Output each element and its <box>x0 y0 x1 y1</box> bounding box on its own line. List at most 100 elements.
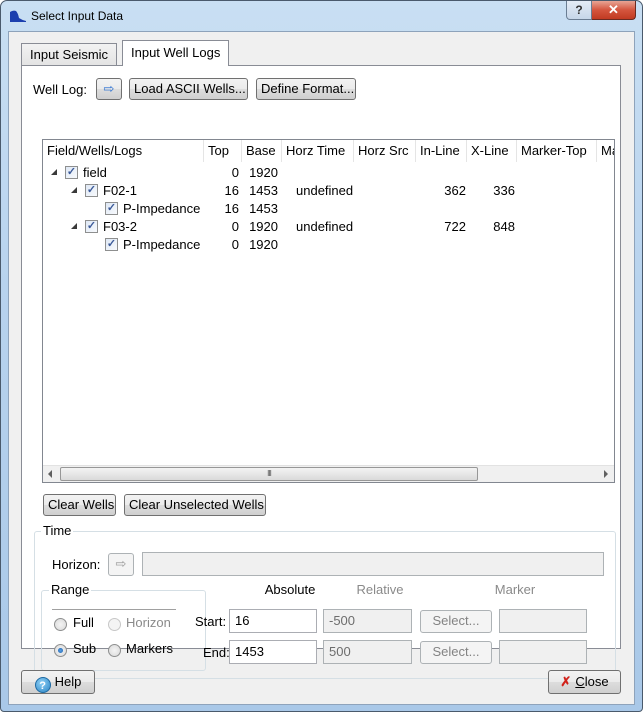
column-header-xline[interactable]: X-Line <box>467 140 517 162</box>
column-header-marker-top[interactable]: Marker-Top <box>517 140 597 162</box>
expand-collapse-icon[interactable] <box>51 169 57 175</box>
tab-input-seismic[interactable]: Input Seismic <box>21 43 118 66</box>
range-sub-radio[interactable] <box>54 644 67 657</box>
horizontal-scrollbar[interactable]: III <box>43 465 614 482</box>
well-logs-panel: Well Log: ⇨ Load ASCII Wells... Define F… <box>21 65 621 679</box>
time-group: Time Horizon: ⇨ Range Full Horizon Sub M… <box>34 523 616 679</box>
tree-row[interactable]: ✓ F02-1 16 1453 undefined 362 336 <box>43 182 614 200</box>
start-label: Start: <box>195 614 227 629</box>
range-markers-label[interactable]: Markers <box>126 641 173 656</box>
tree-row[interactable]: ✓ F03-2 0 1920 undefined 722 848 <box>43 218 614 236</box>
range-markers-radio[interactable] <box>108 644 121 657</box>
define-format-button[interactable]: Define Format... <box>256 78 356 100</box>
row-horz-time: undefined <box>296 183 354 198</box>
dialog-window: Select Input Data ? ✕ Input Seismic Inpu… <box>0 0 643 712</box>
row-base: 1453 <box>249 201 278 216</box>
help-button-label: Help <box>54 674 82 689</box>
close-mnemonic: C <box>575 674 585 689</box>
row-xline: 848 <box>493 219 515 234</box>
time-group-title: Time <box>41 523 74 538</box>
column-header-inline[interactable]: In-Line <box>416 140 467 162</box>
help-button[interactable]: ? Help <box>21 670 95 694</box>
title-bar: Select Input Data ? ✕ <box>1 1 642 31</box>
clear-wells-button[interactable]: Clear Wells <box>43 494 116 516</box>
range-sub-label[interactable]: Sub <box>73 641 96 656</box>
well-log-select-button[interactable]: ⇨ <box>96 78 122 100</box>
range-full-label[interactable]: Full <box>73 615 94 630</box>
help-icon: ? <box>34 677 51 693</box>
end-marker-select-button: Select... <box>420 641 492 664</box>
relative-header: Relative <box>356 582 404 597</box>
row-checkbox[interactable]: ✓ <box>105 202 118 215</box>
range-separator <box>52 609 176 610</box>
close-button-label: lose <box>584 674 609 689</box>
end-label: End: <box>203 645 230 660</box>
scrollbar-thumb[interactable]: III <box>60 467 478 481</box>
marker-header: Marker <box>494 582 536 597</box>
range-horizon-radio <box>108 618 121 631</box>
dialog-client: Input Seismic Input Well Logs Well Log: … <box>8 31 635 705</box>
horizon-label: Horizon: <box>52 557 101 572</box>
row-name: P-Impedance <box>123 201 201 216</box>
range-group-title: Range <box>49 582 92 597</box>
row-base: 1920 <box>249 237 278 252</box>
tree-row[interactable]: ✓ P-Impedance 16 1453 <box>43 200 614 218</box>
arrow-right-icon: ⇨ <box>103 81 115 96</box>
horizon-field <box>142 552 604 576</box>
tab-input-well-logs[interactable]: Input Well Logs <box>122 40 230 66</box>
row-top: 16 <box>224 183 239 198</box>
close-button[interactable]: ✗ Close <box>548 670 621 694</box>
load-ascii-wells-button[interactable]: Load ASCII Wells... <box>129 78 248 100</box>
row-name: field <box>83 165 107 180</box>
column-header-horz-time[interactable]: Horz Time <box>282 140 354 162</box>
expand-collapse-icon[interactable] <box>71 223 77 229</box>
row-inline: 362 <box>444 183 466 198</box>
arrow-right-icon: ⇨ <box>115 556 127 571</box>
row-checkbox[interactable]: ✓ <box>65 166 78 179</box>
range-group: Range Full Horizon Sub Markers <box>41 582 206 671</box>
row-base: 1453 <box>249 183 278 198</box>
range-horizon-label: Horizon <box>126 615 171 630</box>
start-marker-select-button: Select... <box>420 610 492 633</box>
window-close-button[interactable]: ✕ <box>592 1 636 20</box>
row-base: 1920 <box>249 165 278 180</box>
row-checkbox[interactable]: ✓ <box>85 184 98 197</box>
column-header-base[interactable]: Base <box>242 140 282 162</box>
absolute-header: Absolute <box>264 582 316 597</box>
clear-unselected-wells-button[interactable]: Clear Unselected Wells <box>124 494 266 516</box>
row-top: 16 <box>224 201 239 216</box>
scroll-left-icon[interactable] <box>48 470 52 478</box>
window-title: Select Input Data <box>31 9 124 23</box>
app-icon <box>10 10 26 22</box>
end-absolute-input[interactable]: 1453 <box>229 640 317 664</box>
wells-tree-table[interactable]: Field/Wells/Logs Top Base Horz Time Horz… <box>42 139 615 483</box>
start-relative-input: -500 <box>323 609 412 633</box>
end-marker-field <box>499 640 587 664</box>
row-horz-time: undefined <box>296 219 354 234</box>
row-top: 0 <box>231 237 239 252</box>
tree-row[interactable]: ✓ field 0 1920 <box>43 164 614 182</box>
expand-collapse-icon[interactable] <box>71 187 77 193</box>
column-header-field[interactable]: Field/Wells/Logs <box>43 140 204 162</box>
row-checkbox[interactable]: ✓ <box>85 220 98 233</box>
close-icon: ✗ <box>560 674 572 689</box>
row-top: 0 <box>231 165 239 180</box>
scroll-right-icon[interactable] <box>604 470 608 478</box>
context-help-button[interactable]: ? <box>566 1 592 20</box>
row-base: 1920 <box>249 219 278 234</box>
end-relative-input: 500 <box>323 640 412 664</box>
row-checkbox[interactable]: ✓ <box>105 238 118 251</box>
start-absolute-input[interactable]: 16 <box>229 609 317 633</box>
column-header-horz-src[interactable]: Horz Src <box>354 140 416 162</box>
well-log-label: Well Log: <box>33 82 87 97</box>
row-name: F03-2 <box>103 219 137 234</box>
row-inline: 722 <box>444 219 466 234</box>
row-name: F02-1 <box>103 183 137 198</box>
tree-row[interactable]: ✓ P-Impedance 0 1920 <box>43 236 614 254</box>
row-top: 0 <box>231 219 239 234</box>
tree-header: Field/Wells/Logs Top Base Horz Time Horz… <box>43 140 614 162</box>
horizon-select-button: ⇨ <box>108 553 134 576</box>
range-full-radio[interactable] <box>54 618 67 631</box>
column-header-top[interactable]: Top <box>204 140 242 162</box>
column-header-marker-bottom[interactable]: Ma <box>597 140 614 162</box>
